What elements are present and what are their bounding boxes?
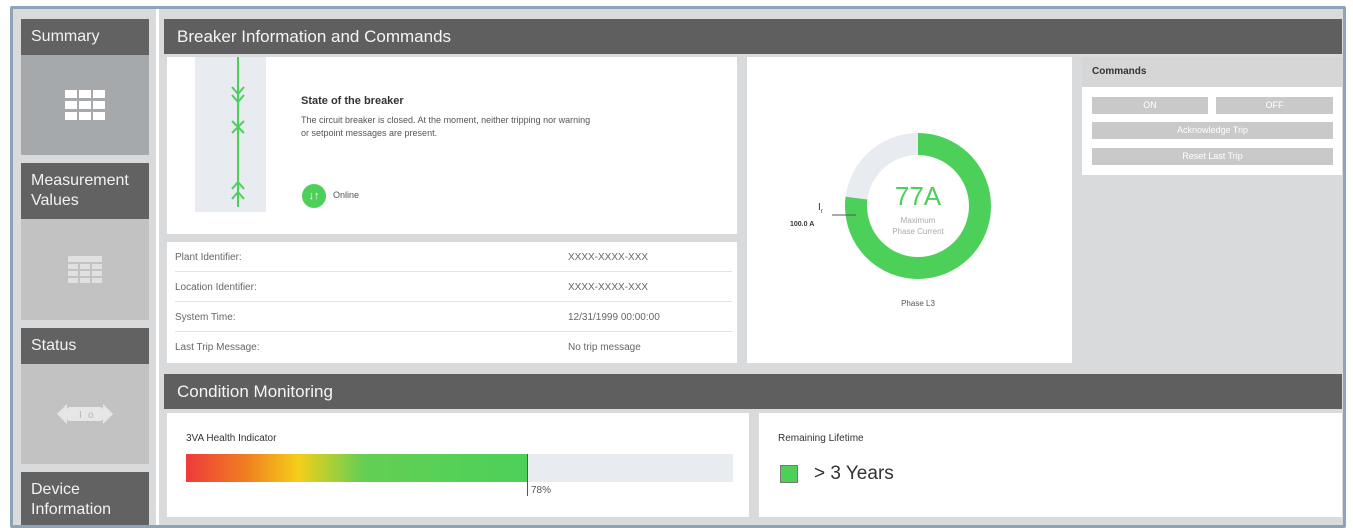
table-icon: [21, 219, 149, 320]
breaker-state-panel: State of the breaker The circuit breaker…: [167, 57, 737, 234]
sidebar-item-label: Measurement Values: [21, 163, 149, 219]
grid-icon: [21, 55, 149, 155]
info-value: XXXX-XXXX-XXX: [568, 282, 649, 293]
info-row: System Time: 12/31/1999 00:00:00: [175, 302, 732, 332]
switch-icon: I o: [21, 364, 149, 464]
health-indicator-label: 3VA Health Indicator: [186, 433, 277, 444]
main-content: Breaker Information and Commands State o…: [164, 19, 1342, 517]
lifetime-status-swatch: [780, 465, 798, 483]
ir-value: 100.0 A: [790, 221, 815, 228]
remaining-lifetime-label: Remaining Lifetime: [778, 433, 864, 444]
off-button[interactable]: OFF: [1216, 97, 1333, 114]
health-bar-marker: [527, 454, 528, 496]
svg-text:o: o: [88, 410, 94, 421]
health-value: 78%: [531, 485, 552, 496]
commands-panel: Commands ON OFF Acknowledge Trip Reset L…: [1082, 57, 1342, 175]
health-indicator-panel: 3VA Health Indicator 78%: [167, 413, 749, 517]
breaker-diagram: [195, 57, 266, 212]
gauge-caption-line1: Maximum: [900, 216, 936, 225]
ir-subscript: r: [820, 209, 823, 215]
info-label: Last Trip Message:: [175, 342, 260, 353]
app-frame: Summary Measurement Values Status I o De…: [10, 6, 1346, 528]
breaker-info-table: Plant Identifier: XXXX-XXXX-XXX Location…: [167, 242, 737, 363]
online-status-label: Online: [333, 190, 360, 200]
breaker-state-title: State of the breaker: [301, 95, 404, 107]
sidebar-item-label: Summary: [21, 19, 149, 55]
phase-label: Phase L3: [901, 299, 935, 308]
health-bar-track: [186, 454, 733, 496]
info-row: Last Trip Message: No trip message: [175, 332, 732, 362]
sidebar-item-status[interactable]: Status I o: [21, 328, 149, 464]
sidebar-item-measurement-values[interactable]: Measurement Values: [21, 163, 149, 320]
info-value: XXXX-XXXX-XXX: [568, 252, 649, 263]
sidebar-item-summary[interactable]: Summary: [21, 19, 149, 155]
online-status-icon: ↓↑: [302, 184, 326, 208]
info-label: Plant Identifier:: [175, 252, 242, 263]
gauge-caption-line2: Phase Current: [892, 227, 944, 236]
info-label: System Time:: [175, 312, 236, 323]
condition-section-header: Condition Monitoring: [164, 374, 1342, 409]
sidebar: Summary Measurement Values Status I o De…: [21, 19, 149, 525]
health-bar-fill: [186, 454, 527, 482]
info-row: Plant Identifier: XXXX-XXXX-XXX: [175, 242, 732, 272]
sidebar-item-device-information[interactable]: Device Information: [21, 472, 149, 525]
ir-symbol: Ir: [818, 202, 823, 215]
breaker-symbol-icon: [231, 57, 245, 207]
gauge-value: 77A: [894, 181, 942, 211]
remaining-lifetime-value: > 3 Years: [814, 463, 894, 484]
breaker-section-header: Breaker Information and Commands: [164, 19, 1342, 54]
acknowledge-trip-button[interactable]: Acknowledge Trip: [1092, 122, 1333, 139]
phase-current-gauge-panel: 77A Maximum Phase Current Ir 100.0 A Pha…: [747, 57, 1072, 363]
info-value: No trip message: [568, 342, 641, 353]
info-row: Location Identifier: XXXX-XXXX-XXX: [175, 272, 732, 302]
sidebar-divider: [156, 9, 159, 525]
remaining-lifetime-panel: Remaining Lifetime > 3 Years: [759, 413, 1342, 517]
reset-last-trip-button[interactable]: Reset Last Trip: [1092, 148, 1333, 165]
commands-title: Commands: [1082, 57, 1342, 87]
info-value: 12/31/1999 00:00:00: [568, 312, 660, 323]
info-label: Location Identifier:: [175, 282, 257, 293]
sidebar-item-label: Device Information: [21, 472, 149, 525]
on-button[interactable]: ON: [1092, 97, 1208, 114]
sidebar-item-label: Status: [21, 328, 149, 364]
svg-text:I: I: [79, 410, 82, 421]
breaker-state-text: The circuit breaker is closed. At the mo…: [301, 115, 591, 138]
